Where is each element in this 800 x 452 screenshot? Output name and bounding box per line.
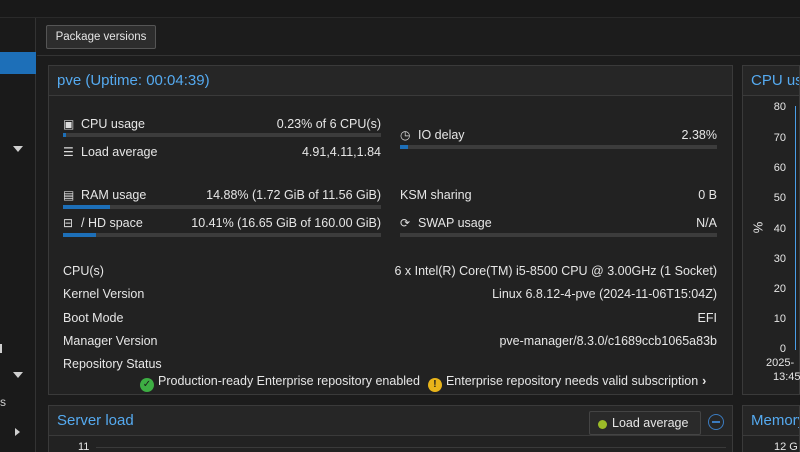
cpu-usage-bar xyxy=(63,133,381,137)
load-average-row: ☰ Load average 4.91,4.11,1.84 xyxy=(63,143,381,161)
swap-usage-label: SWAP usage xyxy=(418,216,492,230)
repo-warn-text: Enterprise repository needs valid subscr… xyxy=(445,374,699,388)
resource-tree-sidebar: s xyxy=(0,18,36,452)
io-delay-row: ◷ IO delay 2.38% xyxy=(400,126,717,144)
x-tick-label: 2025- xyxy=(766,357,795,369)
cpu-chip-icon: ▣ xyxy=(63,117,75,131)
info-row-manager-version: Manager Version pve-manager/8.3.0/c1689c… xyxy=(63,332,717,350)
clock-icon: ◷ xyxy=(400,128,411,142)
y-axis-unit: % xyxy=(750,221,766,234)
y-axis-line xyxy=(795,106,796,350)
hdd-icon: ⊟ xyxy=(63,216,74,230)
y-tick-label: 70 xyxy=(773,132,786,144)
info-row-repository-status: Repository Status xyxy=(63,355,717,373)
panel-title: pve (Uptime: 00:04:39) xyxy=(49,66,732,96)
ksm-sharing-row: KSM sharing 0 B xyxy=(400,186,717,204)
io-delay-bar-fill xyxy=(400,145,408,149)
y-tick-label: 10 xyxy=(773,313,786,325)
cpu-usage-row: ▣ CPU usage 0.23% of 6 CPU(s) xyxy=(63,115,381,133)
hd-space-label: / HD space xyxy=(81,216,143,230)
info-key: CPU(s) xyxy=(63,264,104,278)
ram-usage-row: ▤ RAM usage 14.88% (1.72 GiB of 11.56 GiB… xyxy=(63,186,381,204)
collapse-arrow-icon[interactable] xyxy=(15,428,20,436)
ram-usage-label: RAM usage xyxy=(81,188,147,202)
info-key: Boot Mode xyxy=(63,311,124,325)
hd-space-row: ⊟ / HD space 10.41% (16.65 GiB of 160.00 … xyxy=(63,214,381,232)
cpu-usage-bar-fill xyxy=(63,133,66,137)
y-tick-label: 60 xyxy=(773,162,786,174)
expand-arrow-icon[interactable] xyxy=(13,372,23,378)
ksm-sharing-value: 0 B xyxy=(698,188,717,202)
collapse-icon[interactable] xyxy=(708,414,724,430)
ram-usage-value: 14.88% (1.72 GiB of 11.56 GiB) xyxy=(206,188,381,202)
info-value: Linux 6.8.12-4-pve (2024-11-06T15:04Z) xyxy=(492,287,717,301)
tree-line-icon xyxy=(0,344,2,353)
legend-color-dot xyxy=(598,420,607,429)
hd-space-bar xyxy=(63,233,381,237)
swap-usage-value: N/A xyxy=(696,216,717,230)
hd-space-value: 10.41% (16.65 GiB of 160.00 GiB) xyxy=(191,216,381,230)
info-row-boot-mode: Boot Mode EFI xyxy=(63,309,717,327)
ram-usage-bar-fill xyxy=(63,205,111,209)
info-value: EFI xyxy=(697,311,717,325)
y-tick-label: 20 xyxy=(773,283,786,295)
cpu-usage-label: CPU usage xyxy=(81,117,145,131)
x-tick-label: 13:45 xyxy=(773,371,800,383)
chart-title: CPU us xyxy=(743,66,799,96)
tree-label-fragment: s xyxy=(0,395,6,409)
y-tick-label: 30 xyxy=(773,253,786,265)
load-average-label: Load average xyxy=(81,145,158,159)
y-tick-label: 40 xyxy=(773,223,786,235)
info-row-kernel: Kernel Version Linux 6.8.12-4-pve (2024-… xyxy=(63,285,717,303)
tasks-icon: ☰ xyxy=(63,145,74,159)
y-tick-label: 12 G xyxy=(774,441,798,452)
check-circle-icon: ✓ xyxy=(140,378,154,392)
swap-usage-bar xyxy=(400,233,717,237)
info-key: Repository Status xyxy=(63,357,162,371)
info-key: Manager Version xyxy=(63,334,158,348)
io-delay-value: 2.38% xyxy=(681,128,717,142)
y-tick-label: 50 xyxy=(773,192,786,204)
io-delay-label: IO delay xyxy=(418,128,465,142)
toolbar-divider xyxy=(37,55,800,56)
cpu-chart-area: 80 70 60 50 40 30 20 10 0 % 2025- 13:45 xyxy=(742,96,800,395)
ram-usage-bar xyxy=(63,205,381,209)
chevron-right-icon[interactable]: › xyxy=(702,372,706,390)
chart-title: Memory xyxy=(743,406,799,436)
memory-icon: ▤ xyxy=(63,188,75,202)
exclamation-circle-icon: ! xyxy=(427,378,442,392)
repo-ok-text: Production-ready Enterprise repository e… xyxy=(158,374,420,388)
info-value: pve-manager/8.3.0/c1689ccb1065a83b xyxy=(499,334,717,348)
chart-grid-line xyxy=(96,447,726,448)
refresh-icon: ⟳ xyxy=(400,216,411,230)
load-average-value: 4.91,4.11,1.84 xyxy=(301,145,381,159)
info-row-cpus: CPU(s) 6 x Intel(R) Core(TM) i5-8500 CPU… xyxy=(63,262,717,280)
load-average-legend-toggle[interactable]: Load average xyxy=(589,411,701,435)
ksm-sharing-label: KSM sharing xyxy=(400,188,472,202)
swap-usage-row: ⟳ SWAP usage N/A xyxy=(400,214,717,232)
expand-arrow-icon[interactable] xyxy=(13,146,23,152)
y-tick-label: 80 xyxy=(773,101,786,113)
package-versions-button[interactable]: Package versions xyxy=(46,25,156,49)
top-bar xyxy=(0,0,800,18)
y-tick-label: 0 xyxy=(779,343,786,355)
y-tick-label: 11 xyxy=(78,441,90,452)
repository-status-line[interactable]: ✓ Production-ready Enterprise repository … xyxy=(140,372,706,392)
info-key: Kernel Version xyxy=(63,287,145,301)
hd-space-bar-fill xyxy=(63,233,97,237)
cpu-usage-value: 0.23% of 6 CPU(s) xyxy=(276,117,381,131)
io-delay-bar xyxy=(400,145,717,149)
info-value: 6 x Intel(R) Core(TM) i5-8500 CPU @ 3.00… xyxy=(394,264,717,278)
sidebar-selected-item[interactable] xyxy=(0,52,36,74)
legend-label: Load average xyxy=(612,416,689,430)
